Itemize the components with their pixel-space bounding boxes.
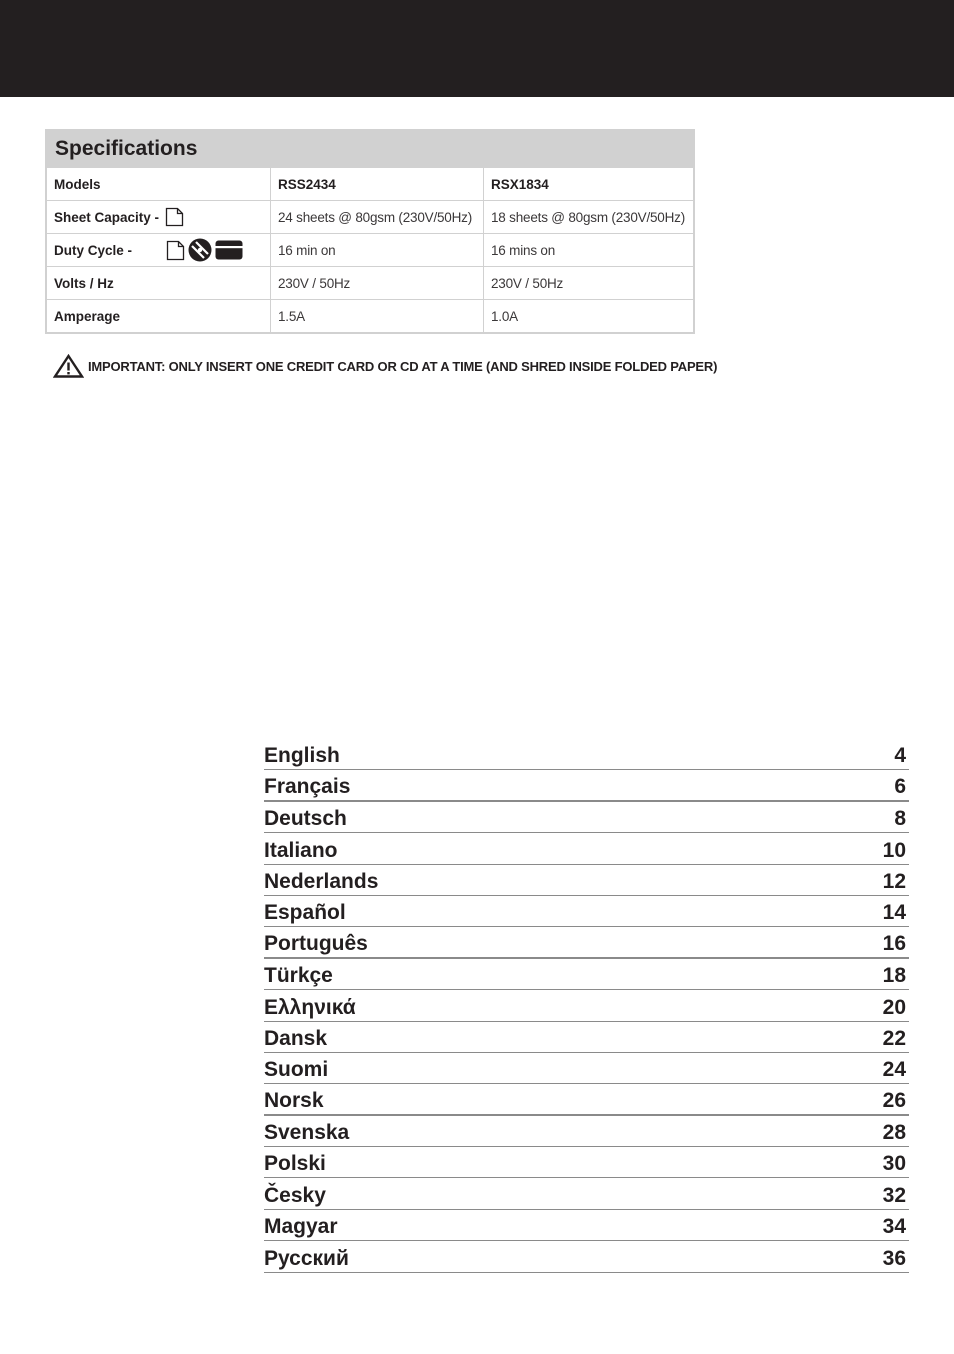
toc-page: 28 (882, 1121, 906, 1145)
toc-item[interactable]: Français 6 (264, 770, 909, 802)
toc-page: 36 (882, 1246, 906, 1270)
spec-value: 230V / 50Hz (483, 266, 693, 300)
toc-item[interactable]: Česky 32 (264, 1178, 909, 1210)
spec-value: 24 sheets @ 80gsm (230V/50Hz) (270, 200, 484, 234)
specifications-table: Specifications Models RSS2434 RSX1834 Sh… (45, 129, 695, 334)
toc-language: Nederlands (264, 869, 379, 893)
toc-language: Svenska (264, 1121, 350, 1145)
spec-value: 1.5A (270, 299, 484, 332)
toc-language: Русский (264, 1246, 349, 1270)
toc-item[interactable]: Русский 36 (264, 1241, 909, 1273)
toc-page: 16 (882, 931, 906, 955)
spec-label: Amperage (47, 299, 271, 332)
paper-sheet-icon (166, 240, 185, 260)
table-of-contents: English 4 Français 6 Deutsch 8 Italiano 10 N… (264, 739, 909, 1273)
toc-language: Polski (264, 1152, 326, 1176)
spec-label: Volts / Hz (47, 266, 271, 300)
toc-item[interactable]: English 4 (264, 739, 909, 771)
models-row: Models RSS2434 RSX1834 (47, 168, 693, 201)
model-name: RSS2434 (270, 168, 484, 201)
toc-item[interactable]: Español 14 (264, 896, 909, 928)
models-label: Models (47, 168, 271, 201)
cd-icon (188, 238, 212, 262)
warning-triangle-icon (53, 354, 84, 378)
toc-page: 8 (894, 807, 906, 831)
model-name: RSX1834 (483, 168, 693, 201)
toc-language: Türkçe (264, 964, 333, 988)
spec-value: 16 min on (270, 233, 484, 267)
header-band (0, 0, 954, 97)
toc-page: 10 (882, 838, 906, 862)
toc-page: 14 (882, 901, 906, 925)
toc-language: Suomi (264, 1058, 329, 1082)
toc-item[interactable]: Polski 30 (264, 1147, 909, 1179)
toc-item[interactable]: Nederlands 12 (264, 865, 909, 896)
spec-row-amperage: Amperage 1.5A 1.0A (47, 299, 693, 332)
spec-value: 18 sheets @ 80gsm (230V/50Hz) (483, 200, 693, 234)
specifications-title: Specifications (47, 129, 693, 168)
spec-value: 230V / 50Hz (270, 266, 484, 300)
toc-page: 6 (894, 774, 906, 798)
toc-item[interactable]: Magyar 34 (264, 1210, 909, 1242)
spec-label: Duty Cycle - (54, 242, 133, 258)
toc-language: Português (264, 931, 368, 955)
toc-language: Magyar (264, 1215, 338, 1239)
toc-item[interactable]: Italiano 10 (264, 833, 909, 865)
toc-page: 26 (882, 1088, 906, 1112)
toc-language: Česky (264, 1183, 326, 1207)
toc-page: 34 (882, 1215, 906, 1239)
toc-language: Deutsch (264, 807, 347, 831)
toc-language: Ελληνικά (264, 995, 356, 1019)
toc-item[interactable]: Português 16 (264, 927, 909, 959)
spec-row-volts: Volts / Hz 230V / 50Hz 230V / 50Hz (47, 266, 693, 300)
toc-item[interactable]: Deutsch 8 (264, 802, 909, 834)
credit-card-icon (215, 240, 243, 260)
toc-language: Italiano (264, 838, 338, 862)
toc-page: 12 (882, 869, 906, 893)
toc-page: 24 (882, 1058, 906, 1082)
important-warning: IMPORTANT: ONLY INSERT ONE CREDIT CARD O… (53, 354, 717, 378)
toc-item[interactable]: Norsk 26 (264, 1084, 909, 1116)
toc-item[interactable]: Dansk 22 (264, 1022, 909, 1053)
spec-value: 1.0A (483, 299, 693, 332)
toc-item[interactable]: Svenska 28 (264, 1116, 909, 1148)
spec-value: 16 mins on (483, 233, 693, 267)
spec-row-duty-cycle: Duty Cycle - 16 min on 16 mins on (47, 233, 693, 267)
toc-item[interactable]: Suomi 24 (264, 1053, 909, 1085)
toc-page: 20 (882, 995, 906, 1019)
toc-page: 18 (882, 964, 906, 988)
toc-language: English (264, 744, 340, 768)
toc-language: Español (264, 901, 346, 925)
toc-page: 22 (882, 1026, 906, 1050)
toc-page: 30 (882, 1152, 906, 1176)
toc-item[interactable]: Ελληνικά 20 (264, 990, 909, 1022)
toc-page: 32 (882, 1183, 906, 1207)
toc-item[interactable]: Türkçe 18 (264, 959, 909, 991)
spec-row-sheet-capacity: Sheet Capacity - 24 sheets @ 80gsm (230V… (47, 200, 693, 234)
toc-page: 4 (894, 744, 906, 768)
toc-language: Français (264, 774, 351, 798)
warning-text: IMPORTANT: ONLY INSERT ONE CREDIT CARD O… (88, 358, 718, 374)
spec-label: Sheet Capacity - (54, 209, 160, 225)
toc-language: Dansk (264, 1026, 328, 1050)
toc-language: Norsk (264, 1088, 324, 1112)
paper-sheet-icon (165, 207, 184, 227)
